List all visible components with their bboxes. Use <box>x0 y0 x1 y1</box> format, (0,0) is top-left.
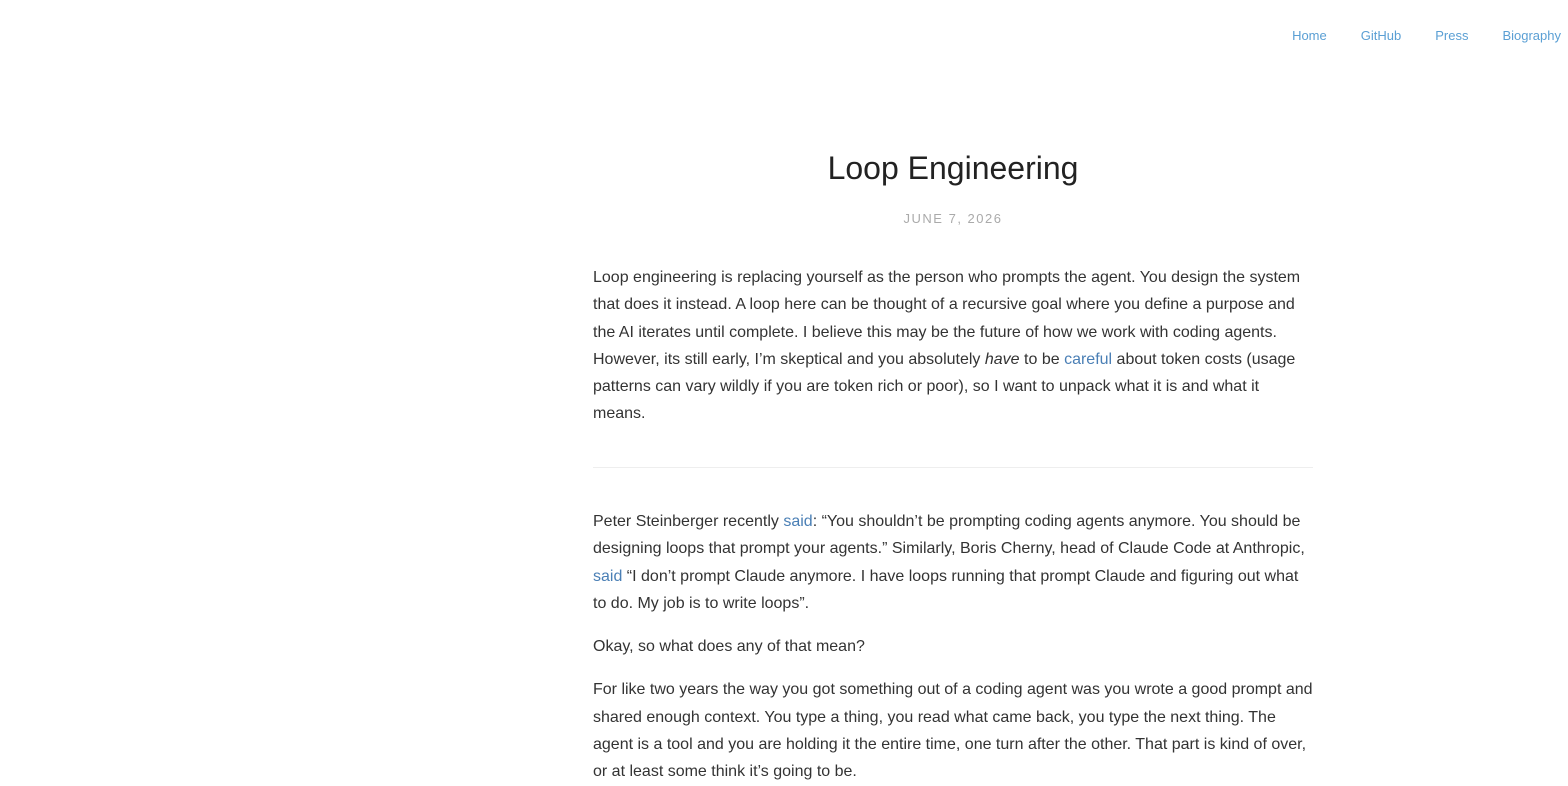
nav-press-link[interactable]: Press <box>1435 28 1468 44</box>
question-paragraph: Okay, so what does any of that mean? <box>593 638 865 656</box>
post-date: JUNE 7, 2026 <box>903 211 1003 226</box>
article-body: Peter Steinberger recently said: “You sh… <box>593 508 1315 786</box>
nav-github-link[interactable]: GitHub <box>1361 28 1401 44</box>
cherny-said-link[interactable]: said <box>593 568 622 585</box>
quote-text-1: Peter Steinberger recently <box>593 513 784 530</box>
intro-paragraph: Loop engineering is replacing yourself a… <box>593 264 1313 428</box>
nav-biography-link[interactable]: Biography <box>1502 28 1561 44</box>
intro-emphasis: have <box>984 350 1020 368</box>
quote-text-3: “I don’t prompt Claude anymore. I have l… <box>593 567 1299 612</box>
history-paragraph: For like two years the way you got somet… <box>593 681 1313 781</box>
quote-paragraph: Peter Steinberger recently said: “You sh… <box>593 508 1315 617</box>
intro-text-2: to be <box>1019 350 1065 368</box>
steinberger-said-link[interactable]: said <box>783 513 812 530</box>
top-nav: Home GitHub Press Biography <box>1258 28 1561 44</box>
careful-link[interactable]: careful <box>1064 351 1112 368</box>
nav-home-link[interactable]: Home <box>1292 28 1327 44</box>
section-divider <box>593 467 1313 468</box>
page-title: Loop Engineering <box>827 150 1079 186</box>
